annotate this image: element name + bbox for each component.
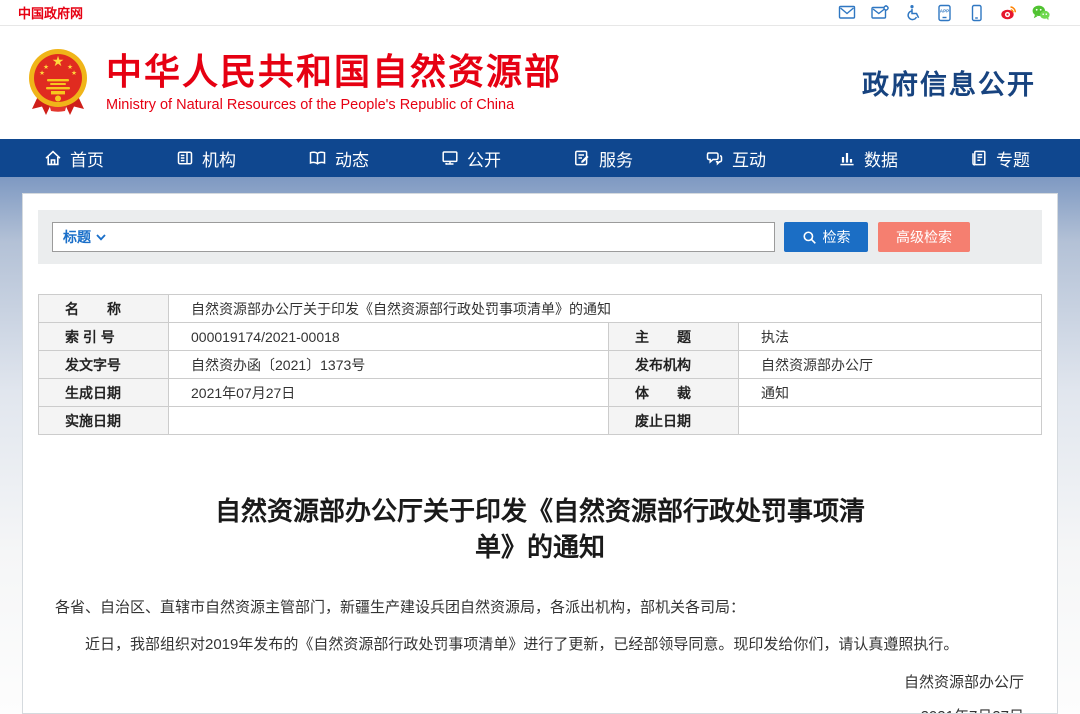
site-title-en: Ministry of Natural Resources of the Peo… <box>106 97 562 113</box>
meta-value-created-date: 2021年07月27日 <box>169 379 609 407</box>
meta-value-effective-date <box>169 407 609 435</box>
home-icon <box>44 149 62 167</box>
accessibility-icon[interactable] <box>904 4 921 21</box>
interact-icon <box>705 149 724 167</box>
masthead: ★ ★ ★ ★ ★ 中华人民共和国自然资源部 Ministry of Natur… <box>0 26 1080 139</box>
table-row: 生成日期 2021年07月27日 体 裁 通知 <box>39 379 1042 407</box>
content-background: 标题 检索 高级检索 名 称 自然资源部办公厅关于印发《自然资源部行政处罚事项清… <box>0 177 1080 714</box>
nav-label: 专题 <box>996 146 1030 171</box>
nav-item-org[interactable]: 机构 <box>176 146 236 171</box>
search-icon <box>802 230 817 245</box>
content-panel: 标题 检索 高级检索 名 称 自然资源部办公厅关于印发《自然资源部行政处罚事项清… <box>22 193 1058 714</box>
site-title-cn: 中华人民共和国自然资源部 <box>106 52 562 92</box>
search-button-label: 检索 <box>823 227 851 247</box>
nav-label: 服务 <box>599 146 633 171</box>
nav-item-interact[interactable]: 互动 <box>705 146 766 171</box>
search-input[interactable] <box>106 223 764 251</box>
weibo-icon[interactable] <box>1000 4 1017 21</box>
nav-label: 数据 <box>864 146 898 171</box>
nav-item-news[interactable]: 动态 <box>308 146 369 171</box>
org-icon <box>176 149 194 167</box>
table-row: 实施日期 废止日期 <box>39 407 1042 435</box>
search-bar: 标题 检索 高级检索 <box>38 210 1042 264</box>
meta-value-repeal-date <box>739 407 1042 435</box>
meta-label-created-date: 生成日期 <box>39 379 169 407</box>
search-input-box: 标题 <box>52 222 775 252</box>
meta-label-name: 名 称 <box>39 295 169 323</box>
news-icon <box>308 149 327 167</box>
nav-label: 首页 <box>70 146 104 171</box>
search-field-selector[interactable]: 标题 <box>63 227 106 247</box>
meta-label-topic: 主 题 <box>609 323 739 351</box>
meta-label-repeal-date: 废止日期 <box>609 407 739 435</box>
nav-item-special[interactable]: 专题 <box>970 146 1030 171</box>
special-icon <box>970 149 988 167</box>
app-icon[interactable]: APP <box>936 4 953 22</box>
gov-site-link[interactable]: 中国政府网 <box>18 3 83 22</box>
svg-text:★: ★ <box>39 70 45 77</box>
nav-item-home[interactable]: 首页 <box>44 146 104 171</box>
meta-value-genre: 通知 <box>739 379 1042 407</box>
svg-text:★: ★ <box>71 70 77 77</box>
nav-item-data[interactable]: 数据 <box>838 146 898 171</box>
advanced-search-button[interactable]: 高级检索 <box>878 222 970 252</box>
meta-label-issuer: 发布机构 <box>609 351 739 379</box>
article-signature: 自然资源部办公厅 <box>38 671 1042 692</box>
topbar: 中国政府网 APP <box>0 0 1080 26</box>
meta-label-doc-number: 发文字号 <box>39 351 169 379</box>
meta-label-genre: 体 裁 <box>609 379 739 407</box>
nav-label: 机构 <box>202 146 236 171</box>
wechat-icon[interactable] <box>1032 4 1050 21</box>
article-title: 自然资源部办公厅关于印发《自然资源部行政处罚事项清单》的通知 <box>210 493 870 566</box>
table-row: 发文字号 自然资办函〔2021〕1373号 发布机构 自然资源部办公厅 <box>39 351 1042 379</box>
data-icon <box>838 149 856 167</box>
table-row: 名 称 自然资源部办公厅关于印发《自然资源部行政处罚事项清单》的通知 <box>39 295 1042 323</box>
topbar-icons: APP <box>838 4 1062 22</box>
main-nav: 首页 机构 动态 公开 服务 互动 <box>0 139 1080 177</box>
article-salutation: 各省、自治区、直辖市自然资源主管部门，新疆生产建设兵团自然资源局，各派出机构，部… <box>38 594 1042 621</box>
service-icon <box>573 149 591 167</box>
nav-label: 动态 <box>335 146 369 171</box>
national-emblem-logo: ★ ★ ★ ★ ★ <box>26 48 90 118</box>
mail-subscribe-icon[interactable] <box>871 4 889 21</box>
site-titles: 中华人民共和国自然资源部 Ministry of Natural Resourc… <box>106 52 562 113</box>
mobile-icon[interactable] <box>968 4 985 22</box>
article-body-paragraph: 近日，我部组织对2019年发布的《自然资源部行政处罚事项清单》进行了更新，已经部… <box>38 631 1042 658</box>
disclosure-icon <box>441 149 459 167</box>
meta-label-index: 索 引 号 <box>39 323 169 351</box>
nav-item-service[interactable]: 服务 <box>573 146 633 171</box>
meta-value-issuer: 自然资源部办公厅 <box>739 351 1042 379</box>
gov-info-disclosure-link[interactable]: 政府信息公开 <box>862 63 1062 102</box>
nav-label: 互动 <box>732 146 766 171</box>
nav-label: 公开 <box>467 146 501 171</box>
chevron-down-icon <box>96 234 106 241</box>
meta-label-effective-date: 实施日期 <box>39 407 169 435</box>
table-row: 索 引 号 000019174/2021-00018 主 题 执法 <box>39 323 1042 351</box>
nav-item-disclosure[interactable]: 公开 <box>441 146 501 171</box>
document-meta-table: 名 称 自然资源部办公厅关于印发《自然资源部行政处罚事项清单》的通知 索 引 号… <box>38 294 1042 435</box>
meta-value-topic: 执法 <box>739 323 1042 351</box>
svg-text:★: ★ <box>52 53 65 69</box>
article-date: 2021年7月27日 <box>38 705 1042 714</box>
search-button[interactable]: 检索 <box>784 222 868 252</box>
meta-value-doc-number: 自然资办函〔2021〕1373号 <box>169 351 609 379</box>
meta-value-index: 000019174/2021-00018 <box>169 323 609 351</box>
search-field-selector-label: 标题 <box>63 227 91 247</box>
mail-icon[interactable] <box>838 4 856 21</box>
meta-value-name: 自然资源部办公厅关于印发《自然资源部行政处罚事项清单》的通知 <box>169 295 1042 323</box>
article: 自然资源部办公厅关于印发《自然资源部行政处罚事项清单》的通知 各省、自治区、直辖… <box>38 493 1042 714</box>
svg-text:APP: APP <box>940 8 949 13</box>
